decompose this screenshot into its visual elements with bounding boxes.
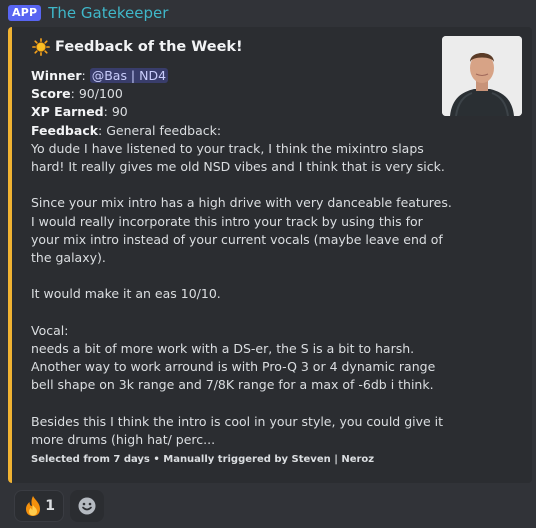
field-label: Score: [31, 86, 71, 102]
embed-footer: Selected from 7 days • Manually triggere…: [31, 454, 375, 465]
field-winner: Winner: @Bas | ND4: [31, 68, 169, 83]
person-photo: [442, 36, 522, 116]
user-mention[interactable]: @Bas | ND4: [89, 68, 169, 83]
feedback-line: more drums (high hat/ perc...: [31, 431, 216, 447]
feedback-line: Besides this I think the intro is cool i…: [31, 413, 444, 429]
message-header: APP The Gatekeeper: [8, 3, 168, 23]
embed-thumbnail[interactable]: [442, 36, 522, 116]
field-feedback: Feedback: General feedback:: [31, 122, 222, 138]
reaction-fire[interactable]: 1: [14, 490, 64, 522]
field-value: 90/100: [78, 86, 123, 102]
add-reaction-icon: [78, 497, 96, 515]
feedback-line: Vocal:: [31, 322, 69, 338]
feedback-line: the galaxy).: [31, 249, 106, 265]
feedback-line: Since your mix intro has a high drive wi…: [31, 195, 452, 211]
field-label: Feedback: [31, 122, 99, 138]
feedback-line: your mix intro instead of your current v…: [31, 231, 443, 247]
field-label: Winner: [31, 68, 82, 83]
app-badge: APP: [8, 5, 42, 21]
feedback-line: It would make it an eas 10/10.: [31, 286, 221, 302]
field-label: XP Earned: [31, 104, 104, 120]
reaction-count: 1: [45, 498, 55, 514]
embed-title-text: Feedback of the Week!: [55, 39, 243, 55]
message: APP The Gatekeeper Feedback of the Week!: [0, 0, 536, 528]
embed-title: Feedback of the Week!: [32, 38, 243, 56]
feedback-line: Another way to work arround is with Pro-…: [31, 359, 436, 374]
feedback-line: hard! It really gives me old NSD vibes a…: [31, 158, 445, 174]
sun-icon: [32, 38, 50, 56]
reactions-bar: 1: [14, 490, 104, 522]
field-value: General feedback:: [106, 122, 222, 138]
feedback-line: bell shape on 3k range and 7/8K range fo…: [31, 377, 434, 393]
field-xp: XP Earned: 90: [31, 104, 128, 120]
field-value: 90: [111, 104, 128, 120]
embed-card: Feedback of the Week! Winner: @Bas | ND4…: [8, 27, 532, 483]
fire-icon: [26, 496, 40, 516]
bot-username[interactable]: The Gatekeeper: [48, 4, 168, 22]
field-score: Score: 90/100: [31, 86, 123, 102]
feedback-line: I would really incorporate this intro yo…: [31, 213, 423, 229]
embed-description: Winner: @Bas | ND4 Score: 90/100 XP Earn…: [31, 67, 452, 449]
add-reaction-button[interactable]: [70, 490, 104, 522]
feedback-line: needs a bit of more work with a DS-er, t…: [31, 340, 415, 356]
feedback-line: Yo dude I have listened to your track, I…: [31, 140, 424, 156]
